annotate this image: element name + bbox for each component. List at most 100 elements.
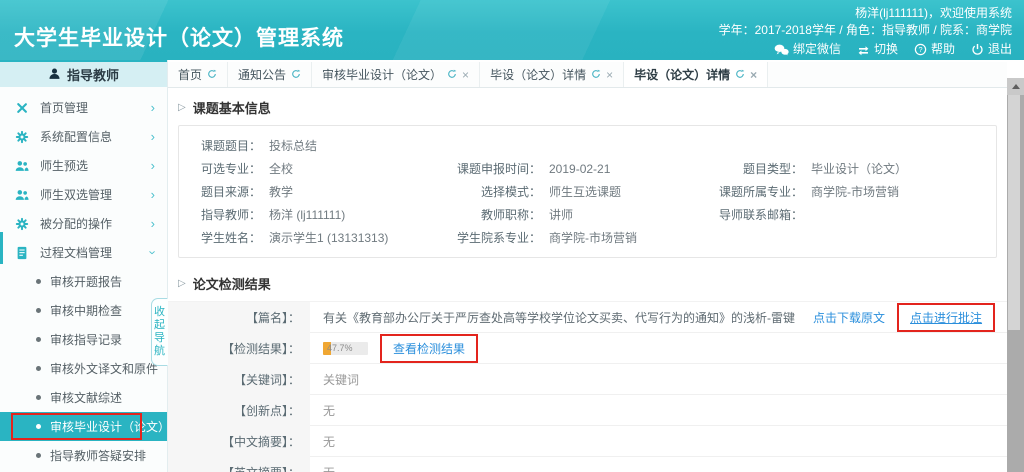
sidebar-subitem-review-foreign-translation[interactable]: 审核外文译文和原件 — [0, 354, 167, 383]
sidebar-subitem-review-literature-review[interactable]: 审核文献综述 — [0, 383, 167, 412]
sidebar-item-homepage-mgmt[interactable]: 首页管理 › — [0, 93, 167, 122]
row-value: 无 — [310, 426, 1007, 457]
field-label: 课题所属专业： — [711, 181, 803, 204]
bind-wechat-button[interactable]: 绑定微信 — [774, 41, 841, 58]
app-title: 大学生毕业设计（论文）管理系统 — [14, 22, 344, 52]
document-icon — [15, 246, 31, 260]
logout-button[interactable]: 退出 — [971, 41, 1012, 58]
field-value: 投标总结 — [261, 135, 996, 158]
close-icon[interactable]: × — [606, 69, 613, 81]
refresh-icon[interactable] — [207, 68, 217, 82]
triangle-icon: ▷ — [178, 278, 186, 289]
table-row-title: 【篇名】： 有关《教育部办公厅关于严厉查处高等学校学位论文买卖、代写行为的通知》… — [168, 302, 1007, 333]
main-content: 首页 通知公告 审核毕业设计（论文） × 毕设（论文）详情 × 毕设（论文）详情… — [168, 60, 1024, 472]
wechat-icon — [774, 44, 789, 56]
close-icon[interactable]: × — [750, 69, 757, 81]
close-icon[interactable]: × — [462, 69, 469, 81]
triangle-icon: ▷ — [178, 102, 186, 113]
action-label: 帮助 — [931, 41, 955, 58]
header-user-area: 杨洋(lj111111)，欢迎使用系统 学年：2017-2018学年 / 角色：… — [719, 5, 1012, 58]
refresh-icon[interactable] — [735, 68, 745, 82]
view-detection-result-link[interactable]: 查看检测结果 — [393, 340, 465, 357]
sidebar-item-label: 师生双选管理 — [40, 186, 112, 203]
chevron-down-icon: › — [145, 250, 160, 254]
field-value: 杨洋 (lj111111) — [261, 204, 451, 227]
table-row-result: 【检测结果】： 47.7% 查看检测结果 — [168, 333, 1007, 364]
app-window: 大学生毕业设计（论文）管理系统 杨洋(lj111111)，欢迎使用系统 学年：2… — [0, 0, 1024, 472]
sidebar-subitem-review-thesis[interactable]: 审核毕业设计（论文） — [0, 412, 167, 441]
tab-label: 首页 — [178, 66, 202, 83]
tab-review-thesis[interactable]: 审核毕业设计（论文） × — [312, 62, 480, 87]
row-label: 【篇名】： — [168, 302, 310, 333]
section-title: 论文检测结果 — [193, 274, 271, 293]
refresh-icon[interactable] — [591, 68, 601, 82]
bullet-icon — [36, 395, 41, 400]
field-value: 讲师 — [541, 204, 711, 227]
sidebar-item-mutual-selection[interactable]: 师生双选管理 › — [0, 180, 167, 209]
section-detection-header[interactable]: ▷ 论文检测结果 — [168, 264, 1007, 298]
help-icon: ? — [914, 43, 927, 56]
field-label: 题目类型： — [711, 158, 803, 181]
sidebar-subitem-review-midterm[interactable]: 审核中期检查 — [0, 296, 167, 325]
row-label: 【创新点】： — [168, 395, 310, 426]
row-value: 有关《教育部办公厅关于严厉查处高等学校学位论文买卖、代写行为的通知》的浅析-雷键… — [310, 302, 1007, 333]
row-value: 47.7% 查看检测结果 — [310, 333, 1007, 364]
switch-button[interactable]: 切换 — [857, 41, 898, 58]
row-value: 无 — [310, 395, 1007, 426]
row-value: 无 — [310, 457, 1007, 472]
similarity-progress-bar: 47.7% — [323, 342, 368, 355]
field-label: 学生姓名： — [179, 227, 261, 250]
tab-thesis-detail-2[interactable]: 毕设（论文）详情 × — [624, 62, 768, 87]
sidebar-item-label: 师生预选 — [40, 157, 88, 174]
refresh-icon[interactable] — [291, 68, 301, 82]
action-label: 切换 — [874, 41, 898, 58]
help-button[interactable]: ? 帮助 — [914, 41, 955, 58]
users-icon — [15, 188, 31, 202]
bullet-icon — [36, 424, 41, 429]
action-label: 退出 — [988, 41, 1012, 58]
field-label: 选择模式： — [451, 181, 541, 204]
sidebar-item-assigned-operations[interactable]: 被分配的操作 › — [0, 209, 167, 238]
collapse-nav-tab[interactable]: 收起导航 — [151, 298, 168, 366]
download-original-link[interactable]: 点击下载原文 — [813, 309, 885, 326]
annotate-link[interactable]: 点击进行批注 — [910, 309, 982, 326]
welcome-text: 杨洋(lj111111)，欢迎使用系统 — [719, 5, 1012, 22]
field-label: 可选专业： — [179, 158, 261, 181]
row-value: 关键词 — [310, 364, 1007, 395]
vertical-scrollbar[interactable] — [1007, 78, 1024, 472]
section-basic-info-header[interactable]: ▷ 课题基本信息 — [168, 88, 1007, 122]
sidebar-nav: 首页管理 › 系统配置信息 › 师生预选 › 师生双选管理 › 被分配的操作 — [0, 87, 167, 470]
bullet-icon — [36, 279, 41, 284]
field-label: 导师联系邮箱： — [711, 204, 803, 227]
table-row-cn-abstract: 【中文摘要】： 无 — [168, 426, 1007, 457]
sidebar-item-system-config[interactable]: 系统配置信息 › — [0, 122, 167, 151]
switch-icon — [857, 44, 870, 56]
sidebar-item-label: 系统配置信息 — [40, 128, 112, 145]
tab-thesis-detail-1[interactable]: 毕设（论文）详情 × — [480, 62, 624, 87]
row-label: 【中文摘要】： — [168, 426, 310, 457]
chevron-right-icon: › — [151, 187, 155, 202]
field-value: 商学院-市场营销 — [541, 227, 711, 250]
sidebar-subitem-label: 审核中期检查 — [50, 302, 122, 319]
refresh-icon[interactable] — [447, 68, 457, 82]
sidebar-subitem-review-guidance-records[interactable]: 审核指导记录 — [0, 325, 167, 354]
field-label: 教师职称： — [451, 204, 541, 227]
chevron-right-icon: › — [151, 158, 155, 173]
field-value: 商学院-市场营销 — [803, 181, 996, 204]
basic-info-panel: 课题题目： 投标总结 可选专业： 全校 课题申报时间： 2019-02-21 题… — [178, 125, 997, 258]
sidebar-subitem-label: 指导教师答疑安排 — [50, 447, 146, 464]
tools-icon — [15, 101, 31, 115]
table-row-keywords: 【关键词】： 关键词 — [168, 364, 1007, 395]
field-label: 课题题目： — [179, 135, 261, 158]
scroll-up-button[interactable] — [1007, 78, 1024, 95]
scrollbar-thumb[interactable] — [1008, 95, 1020, 330]
sidebar-item-preselect[interactable]: 师生预选 › — [0, 151, 167, 180]
tab-home[interactable]: 首页 — [168, 62, 228, 87]
sidebar-scroll-indicator — [0, 232, 3, 264]
app-header: 大学生毕业设计（论文）管理系统 杨洋(lj111111)，欢迎使用系统 学年：2… — [0, 0, 1024, 60]
sidebar-subitem-qa-schedule[interactable]: 指导教师答疑安排 — [0, 441, 167, 470]
tab-notice[interactable]: 通知公告 — [228, 62, 312, 87]
sidebar-item-process-documents[interactable]: 过程文档管理 › — [0, 238, 167, 267]
sidebar-subitem-review-proposal[interactable]: 审核开题报告 — [0, 267, 167, 296]
field-value — [803, 227, 996, 250]
